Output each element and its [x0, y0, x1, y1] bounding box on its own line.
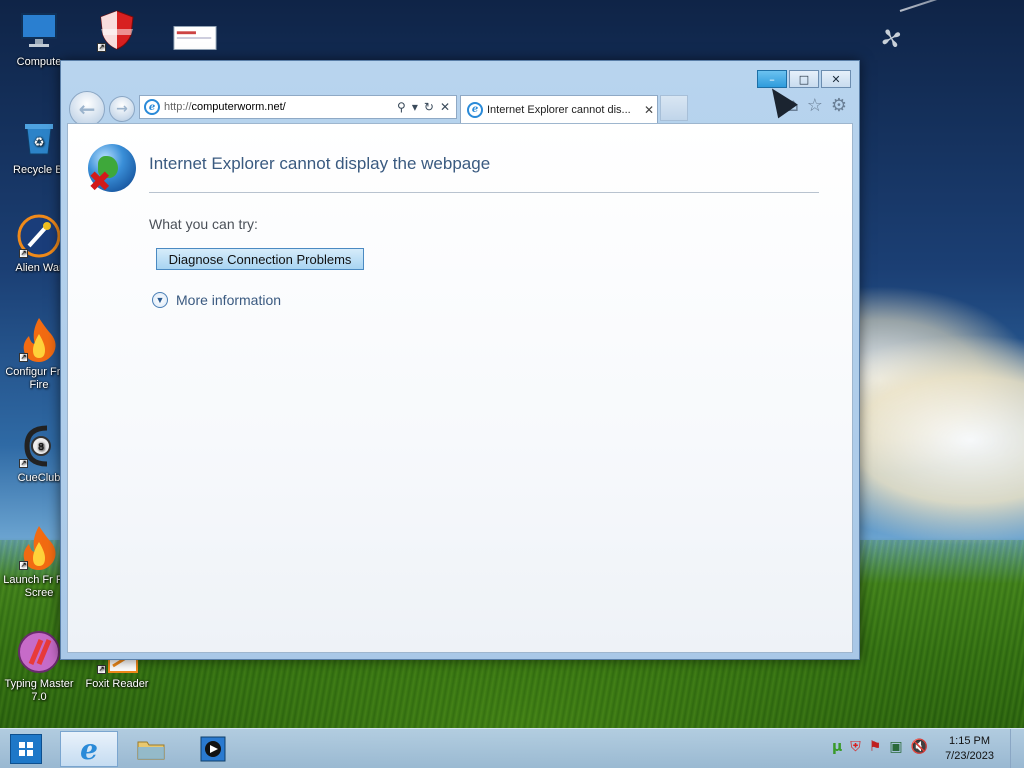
window-controls: – □ ✕ [757, 70, 851, 88]
error-x-icon: ✖ [88, 165, 112, 198]
taskbar-ie[interactable]: e [60, 731, 118, 767]
alien-war-icon: ↗ [17, 214, 61, 258]
svg-text:♻: ♻ [34, 135, 45, 149]
desktop-icon-label: Foxit Reader [85, 678, 149, 690]
folder-icon [137, 741, 165, 760]
more-information-label: More information [176, 292, 282, 308]
clock[interactable]: 1:15 PM 7/23/2023 [945, 734, 994, 764]
monitor-icon [17, 8, 61, 52]
shortcut-arrow-icon: ↗ [97, 665, 106, 674]
ie-logo-icon: e [467, 101, 483, 118]
flag-icon[interactable]: ⚑ [869, 739, 882, 755]
ie-logo-icon: e [144, 99, 160, 115]
system-tray: µ ⛨ ⚑ ▣ 🔇 [832, 739, 928, 755]
desktop-icon-window-thumb[interactable] [156, 16, 234, 64]
address-tools: ⚲ ▾ ↻ ✕ [397, 100, 456, 114]
address-scheme: http:// [164, 101, 192, 113]
refresh-icon[interactable]: ↻ [424, 100, 434, 114]
satellite-icon: ✢ [875, 21, 910, 58]
maximize-button[interactable]: □ [789, 70, 819, 88]
dropdown-icon[interactable]: ▾ [412, 100, 418, 114]
settings-gear-icon[interactable]: ⚙ [831, 95, 847, 116]
shortcut-arrow-icon: ↗ [97, 43, 106, 52]
shortcut-arrow-icon: ↗ [19, 561, 28, 570]
ie-window[interactable]: – □ ✕ ← → e http://computerworm.net/ ⚲ ▾… [60, 60, 860, 660]
try-label: What you can try: [149, 216, 258, 232]
address-bar[interactable]: e http://computerworm.net/ ⚲ ▾ ↻ ✕ [139, 95, 457, 119]
network-icon[interactable]: ▣ [889, 739, 902, 755]
close-button[interactable]: ✕ [821, 70, 851, 88]
shortcut-arrow-icon: ↗ [19, 249, 28, 258]
new-tab-button[interactable] [660, 95, 688, 121]
error-page-content: ✖ Internet Explorer cannot display the w… [67, 123, 853, 653]
title-divider [149, 192, 819, 193]
error-title: Internet Explorer cannot display the web… [149, 154, 491, 173]
more-information-link[interactable]: ▼ More information [152, 292, 281, 308]
wallpaper-streak [899, 0, 1024, 12]
forward-button[interactable]: → [109, 96, 135, 122]
shortcut-arrow-icon: ↗ [19, 459, 28, 468]
taskbar: e µ ⛨ ⚑ ▣ 🔇 1:15 PM 7/23/2023 [0, 728, 1024, 768]
address-host: computerworm.net/ [191, 101, 286, 113]
arrow-right-icon: → [116, 101, 128, 117]
svg-text:8: 8 [38, 442, 44, 453]
shield-icon[interactable]: ⛨ [850, 739, 861, 755]
clock-date: 7/23/2023 [945, 750, 994, 762]
typing-master-icon [17, 630, 61, 674]
flame-icon: ↗ [17, 318, 61, 362]
tab-close-icon[interactable]: ✕ [641, 103, 657, 117]
flame-icon: ↗ [17, 526, 61, 570]
diagnose-connection-button[interactable]: Diagnose Connection Problems [156, 248, 364, 270]
desktop-icon-security[interactable]: ↗ [78, 8, 156, 56]
navigation-bar: ← → e http://computerworm.net/ ⚲ ▾ ↻ ✕ e… [67, 91, 853, 127]
taskbar-media-player[interactable] [184, 731, 242, 767]
taskbar-file-explorer[interactable] [122, 731, 180, 767]
utorrent-icon[interactable]: µ [832, 739, 842, 755]
recycle-bin-icon: ♻ [17, 116, 61, 160]
desktop-icon-label: Typing Master 7.0 [4, 678, 74, 703]
show-desktop-button[interactable] [1010, 729, 1020, 768]
cueclub-icon: 8 ↗ [17, 424, 61, 468]
start-button[interactable] [10, 734, 42, 764]
stop-icon[interactable]: ✕ [440, 100, 450, 114]
tab-title: Internet Explorer cannot dis... [487, 103, 631, 116]
browser-tab[interactable]: e Internet Explorer cannot dis... ✕ [460, 95, 658, 123]
chevron-down-icon: ▼ [152, 292, 168, 308]
arrow-left-icon: ← [78, 97, 96, 121]
window-thumbnail-icon [173, 16, 217, 60]
favorites-star-icon[interactable]: ☆ [807, 95, 823, 116]
shortcut-arrow-icon: ↗ [19, 353, 28, 362]
address-url[interactable]: http://computerworm.net/ [164, 101, 397, 113]
clock-time: 1:15 PM [949, 735, 991, 747]
ie-logo-icon: e [80, 732, 98, 766]
volume-muted-icon[interactable]: 🔇 [911, 739, 928, 755]
back-button[interactable]: ← [69, 91, 105, 127]
media-player-icon [200, 736, 226, 762]
search-icon[interactable]: ⚲ [397, 100, 406, 114]
shield-icon: ↗ [95, 8, 139, 52]
